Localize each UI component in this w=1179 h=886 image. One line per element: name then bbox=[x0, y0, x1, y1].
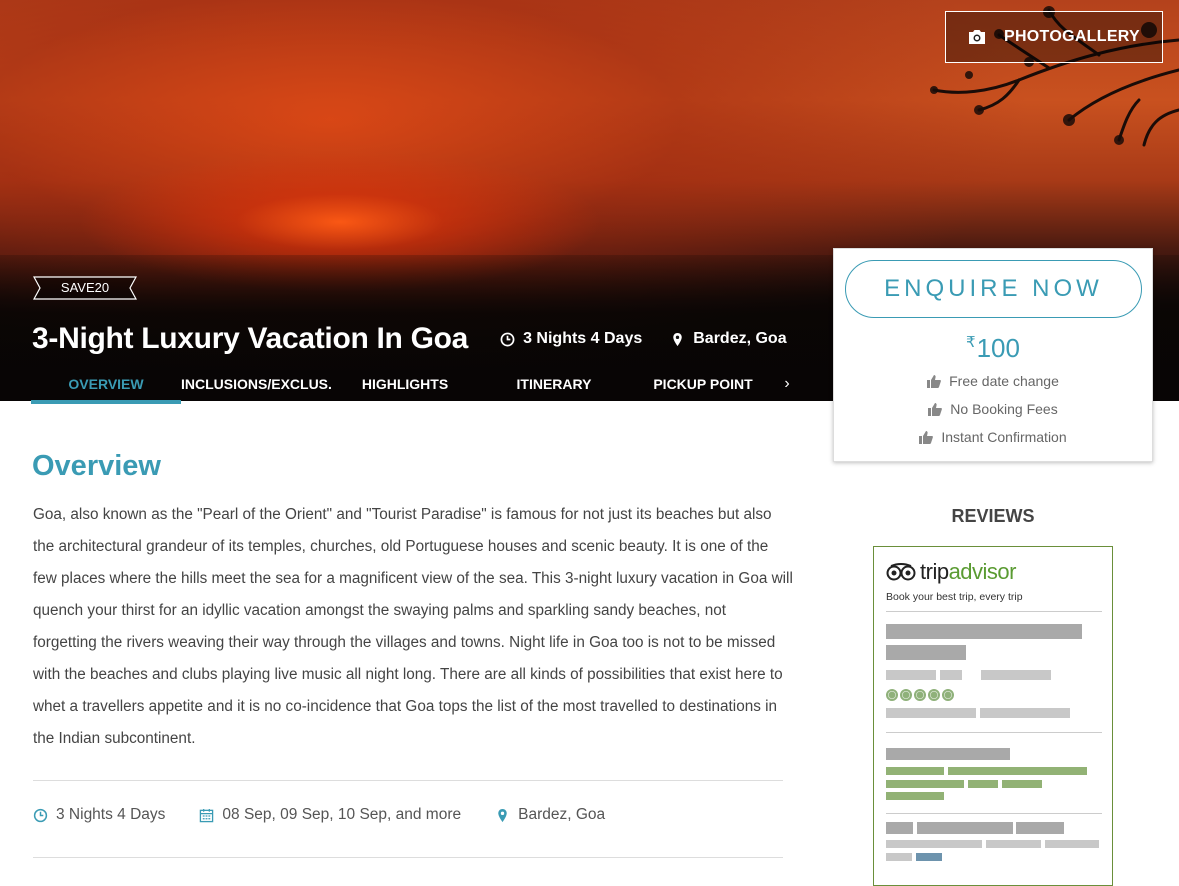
placeholder-bar bbox=[1016, 822, 1064, 834]
info-duration-text: 3 Nights 4 Days bbox=[56, 806, 166, 823]
placeholder-bar bbox=[886, 624, 1082, 639]
thumbs-up-icon bbox=[927, 374, 942, 388]
divider bbox=[33, 780, 783, 781]
info-dates: 08 Sep, 09 Sep, 10 Sep, and more bbox=[199, 806, 461, 824]
duration-text: 3 Nights 4 Days bbox=[523, 330, 643, 347]
placeholder-bar bbox=[986, 840, 1041, 848]
map-pin-icon bbox=[673, 332, 682, 346]
coupon-code: SAVE20 bbox=[60, 280, 110, 295]
feature-label: No Booking Fees bbox=[950, 401, 1058, 417]
tab-inclusions-exclusions[interactable]: INCLUSIONS/EXCLUS... bbox=[181, 368, 331, 404]
overview-description: Goa, also known as the "Pearl of the Ori… bbox=[33, 506, 793, 747]
location-meta: Bardez, Goa bbox=[670, 330, 787, 348]
price-value: 100 bbox=[976, 333, 1020, 363]
enquire-now-button[interactable]: ENQUIRE NOW bbox=[845, 260, 1142, 318]
placeholder-bar bbox=[886, 780, 964, 788]
divider bbox=[886, 611, 1102, 612]
placeholder-bar bbox=[981, 670, 1051, 680]
brand-trip: trip bbox=[920, 559, 949, 584]
placeholder-bar bbox=[886, 840, 982, 848]
placeholder-bar bbox=[886, 708, 976, 718]
rating-bubble-icon bbox=[914, 689, 926, 701]
tripadvisor-widget: tripadvisor Book your best trip, every t… bbox=[873, 546, 1113, 886]
calendar-icon bbox=[200, 808, 214, 822]
divider bbox=[886, 813, 1102, 814]
placeholder-bar bbox=[886, 748, 1010, 760]
feature-label: Free date change bbox=[949, 373, 1059, 389]
brand-advisor: advisor bbox=[948, 559, 1017, 584]
rating-bubble-icon bbox=[928, 689, 940, 701]
placeholder-bar bbox=[917, 822, 1013, 834]
camera-icon bbox=[968, 30, 985, 44]
tab-pickup-point[interactable]: PICKUP POINT bbox=[629, 368, 777, 404]
placeholder-bar bbox=[980, 708, 1070, 718]
price: ₹100 bbox=[834, 333, 1152, 364]
reviews-heading: REVIEWS bbox=[951, 506, 1035, 526]
placeholder-bar bbox=[916, 853, 942, 861]
enquire-card: ENQUIRE NOW ₹100 Free date change No Boo… bbox=[833, 248, 1153, 462]
owl-icon bbox=[886, 563, 916, 581]
tab-overview[interactable]: OVERVIEW bbox=[31, 368, 181, 404]
divider bbox=[886, 732, 1102, 733]
placeholder-bar bbox=[948, 767, 1087, 775]
trip-info-row: 3 Nights 4 Days 08 Sep, 09 Sep, 10 Sep, … bbox=[33, 806, 639, 824]
tab-highlights[interactable]: HIGHLIGHTS bbox=[331, 368, 479, 404]
duration-meta: 3 Nights 4 Days bbox=[500, 330, 642, 348]
info-location-text: Bardez, Goa bbox=[518, 806, 606, 823]
feature-free-date-change: Free date change bbox=[834, 373, 1152, 389]
map-pin-icon bbox=[498, 808, 507, 822]
placeholder-bar bbox=[886, 670, 936, 680]
placeholder-bar bbox=[940, 670, 962, 680]
placeholder-bar bbox=[968, 780, 998, 788]
overview-heading: Overview bbox=[32, 450, 161, 482]
feature-instant-confirmation: Instant Confirmation bbox=[834, 429, 1152, 445]
clock-icon bbox=[500, 332, 515, 346]
coupon-tag: SAVE20 bbox=[33, 276, 137, 300]
placeholder-bar bbox=[886, 767, 944, 775]
rating-bubble-icon bbox=[900, 689, 912, 701]
divider bbox=[33, 857, 783, 858]
thumbs-up-icon bbox=[919, 430, 934, 444]
feature-label: Instant Confirmation bbox=[941, 429, 1067, 445]
photogallery-button[interactable]: PHOTOGALLERY bbox=[945, 11, 1163, 63]
tripadvisor-logo[interactable]: tripadvisor bbox=[886, 559, 1016, 585]
feature-no-booking-fees: No Booking Fees bbox=[834, 401, 1152, 417]
clock-icon bbox=[33, 808, 48, 822]
page-title: 3-Night Luxury Vacation In Goa bbox=[32, 322, 469, 355]
info-duration: 3 Nights 4 Days bbox=[33, 806, 165, 824]
thumbs-up-icon bbox=[928, 402, 943, 416]
location-text: Bardez, Goa bbox=[693, 330, 787, 347]
placeholder-bar bbox=[1002, 780, 1042, 788]
section-tabs: OVERVIEW INCLUSIONS/EXCLUS... HIGHLIGHTS… bbox=[31, 368, 797, 404]
chevron-right-icon[interactable]: › bbox=[777, 368, 797, 404]
placeholder-bar bbox=[886, 645, 966, 660]
placeholder-bar bbox=[1045, 840, 1099, 848]
title-row: 3-Night Luxury Vacation In Goa 3 Nights … bbox=[32, 322, 787, 356]
rating-bubble-icon bbox=[942, 689, 954, 701]
currency-symbol: ₹ bbox=[966, 334, 976, 351]
info-location: Bardez, Goa bbox=[495, 806, 605, 824]
photogallery-label: PHOTOGALLERY bbox=[1003, 28, 1141, 45]
tab-itinerary[interactable]: ITINERARY bbox=[479, 368, 629, 404]
rating-bubble-icon bbox=[886, 689, 898, 701]
rating-bubbles bbox=[886, 689, 954, 701]
placeholder-bar bbox=[886, 792, 944, 800]
placeholder-bar bbox=[886, 822, 913, 834]
tripadvisor-tagline: Book your best trip, every trip bbox=[886, 591, 1023, 603]
placeholder-bar bbox=[886, 853, 912, 861]
info-dates-text: 08 Sep, 09 Sep, 10 Sep, and more bbox=[222, 806, 462, 823]
